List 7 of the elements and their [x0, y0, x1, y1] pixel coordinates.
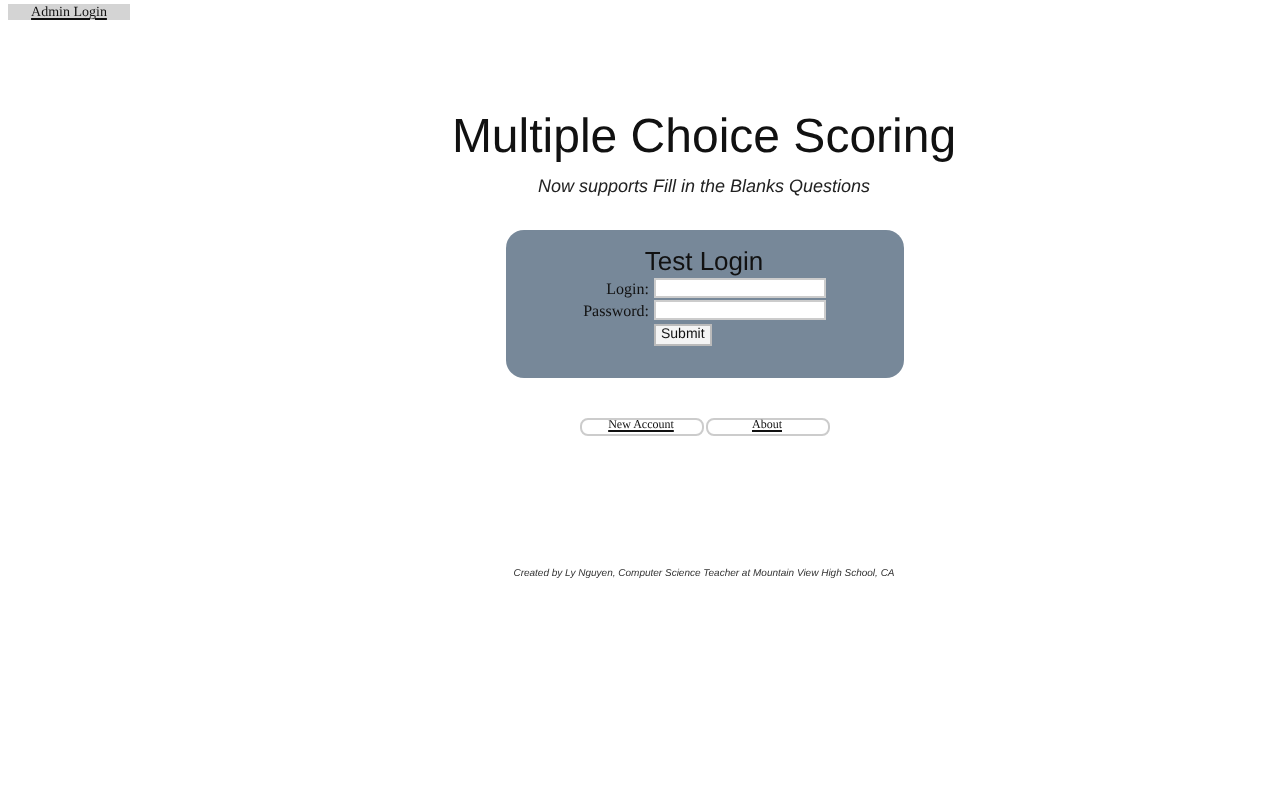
login-title: Test Login	[642, 246, 766, 276]
subtitle: Now supports Fill in the Blanks Questions	[537, 176, 871, 196]
input-field[interactable]	[653, 300, 825, 320]
field-label: Login:	[604, 279, 649, 297]
input-field[interactable]	[653, 278, 825, 298]
page-title: Multiple Choice Scoring	[451, 110, 957, 166]
field-label: Password:	[581, 301, 649, 319]
